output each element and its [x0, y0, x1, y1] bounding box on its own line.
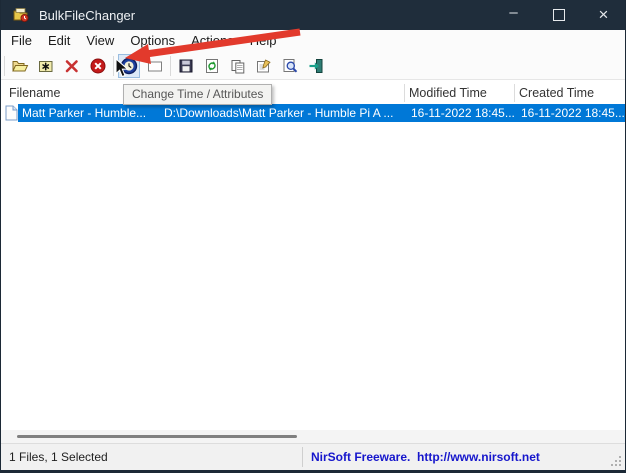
minimize-icon: –	[509, 4, 518, 21]
maximize-button[interactable]	[536, 0, 581, 30]
properties-icon	[257, 58, 271, 72]
column-divider[interactable]	[404, 84, 405, 102]
refresh-doc-icon	[206, 58, 218, 73]
clear-all-button[interactable]	[87, 54, 109, 78]
save-floppy-icon	[179, 59, 193, 72]
copy-button[interactable]	[227, 54, 249, 78]
open-folder-icon	[12, 60, 29, 71]
app-icon	[13, 8, 29, 22]
change-time-attributes-button[interactable]	[118, 53, 140, 78]
properties-button[interactable]	[253, 54, 275, 78]
open-files-button[interactable]	[9, 54, 31, 78]
column-divider[interactable]	[514, 84, 515, 102]
column-created-time[interactable]: Created Time	[519, 82, 594, 104]
refresh-button[interactable]	[201, 54, 223, 78]
toolbar	[1, 52, 625, 80]
tooltip-change-time-attributes: Change Time / Attributes	[123, 84, 273, 105]
menu-file[interactable]: File	[3, 30, 40, 52]
column-modified-time[interactable]: Modified Time	[409, 82, 487, 104]
status-bar-divider	[302, 447, 303, 467]
remove-selected-button[interactable]	[61, 54, 83, 78]
add-files-wildcard-button[interactable]	[35, 54, 57, 78]
list-header: Filename Modified Time Created Time	[1, 82, 625, 104]
horizontal-scrollbar-thumb[interactable]	[17, 435, 297, 438]
cell-path: D:\Downloads\Matt Parker - Humble Pi A .…	[164, 106, 394, 120]
minimize-button[interactable]: –	[491, 0, 536, 30]
wildcard-folder-icon	[39, 60, 53, 72]
title-bar: BulkFileChanger – ×	[0, 0, 626, 30]
menu-edit[interactable]: Edit	[40, 30, 78, 52]
toolbar-separator	[4, 55, 5, 76]
find-button[interactable]	[279, 54, 301, 78]
window-title: BulkFileChanger	[39, 7, 136, 23]
cell-created-time: 16-11-2022 18:45...	[521, 106, 625, 120]
status-selection-count: 1 Files, 1 Selected	[9, 450, 108, 464]
resize-grip[interactable]	[610, 455, 622, 467]
menu-options[interactable]: Options	[122, 30, 183, 52]
delete-x-icon	[65, 59, 78, 72]
blank-doc-button[interactable]	[144, 54, 166, 78]
horizontal-scrollbar[interactable]	[1, 430, 625, 443]
column-filename[interactable]: Filename	[9, 82, 60, 104]
bulkfilechanger-window: BulkFileChanger – × File Edit View Optio…	[0, 0, 626, 473]
menu-view[interactable]: View	[78, 30, 122, 52]
cell-modified-time: 16-11-2022 18:45...	[411, 106, 515, 120]
menu-help[interactable]: Help	[242, 30, 285, 52]
file-icon	[5, 105, 18, 121]
menu-actions[interactable]: Actions	[183, 30, 242, 52]
copy-icon	[231, 59, 245, 73]
cell-filename: Matt Parker - Humble...	[22, 106, 147, 120]
clear-all-icon	[90, 58, 106, 73]
toolbar-separator	[170, 55, 171, 76]
nirsoft-link[interactable]: NirSoft Freeware. http://www.nirsoft.net	[311, 444, 540, 470]
clock-icon	[120, 57, 138, 74]
find-doc-icon	[283, 58, 298, 72]
status-bar: 1 Files, 1 Selected NirSoft Freeware. ht…	[1, 443, 625, 470]
menu-bar: File Edit View Options Actions Help	[1, 30, 625, 52]
blank-doc-icon	[148, 61, 162, 71]
toolbar-separator	[113, 55, 114, 76]
maximize-icon	[552, 9, 565, 21]
file-row-selected[interactable]: Matt Parker - Humble... D:\Downloads\Mat…	[1, 104, 625, 122]
window-border	[0, 0, 1, 473]
exit-door-icon	[309, 58, 323, 73]
close-icon: ×	[598, 5, 609, 24]
save-button[interactable]	[175, 54, 197, 78]
exit-button[interactable]	[305, 54, 327, 78]
close-button[interactable]: ×	[581, 0, 626, 30]
